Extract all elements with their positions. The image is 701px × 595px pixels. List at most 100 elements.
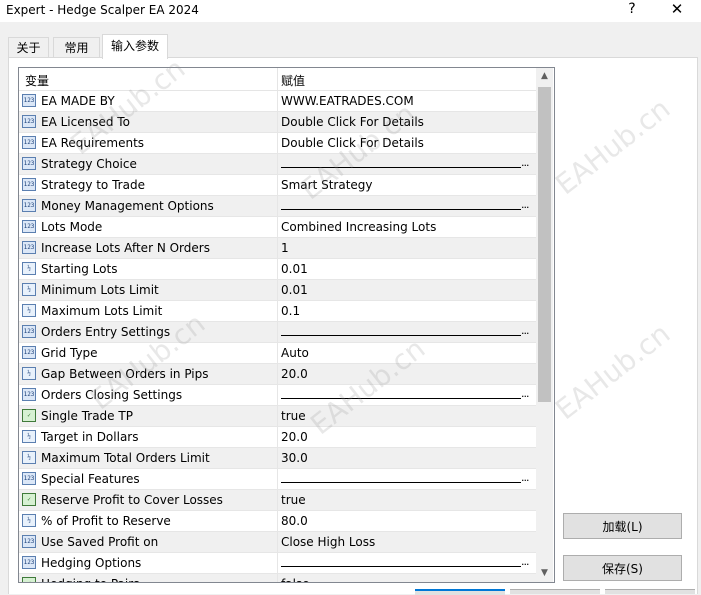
column-divider: [277, 238, 278, 258]
column-divider: [277, 448, 278, 468]
tab-common[interactable]: 常用: [53, 37, 100, 58]
column-divider: [277, 280, 278, 300]
parameter-value[interactable]: Double Click For Details: [281, 136, 424, 150]
tab-inputs[interactable]: 输入参数: [102, 34, 168, 59]
table-row[interactable]: ½ Starting Lots 0.01: [19, 259, 536, 280]
table-row[interactable]: 123 Use Saved Profit on Close High Loss: [19, 532, 536, 553]
parameter-name: Lots Mode: [41, 220, 103, 234]
ellipsis-icon[interactable]: ...: [521, 324, 529, 337]
ellipsis-icon[interactable]: ...: [521, 198, 529, 211]
table-header: 变量 赋值: [19, 68, 536, 91]
column-divider: [277, 511, 278, 531]
table-row[interactable]: 123 Grid Type Auto: [19, 343, 536, 364]
parameter-name: Orders Entry Settings: [41, 325, 171, 339]
parameter-value[interactable]: 0.01: [281, 262, 308, 276]
table-body: 123 EA MADE BY WWW.EATRADES.COM 123 EA Licen…: [19, 91, 536, 582]
cancel-button[interactable]: [510, 589, 600, 594]
table-row[interactable]: ✓ Reserve Profit to Cover Losses true: [19, 490, 536, 511]
parameter-value[interactable]: WWW.EATRADES.COM: [281, 94, 414, 108]
ellipsis-icon[interactable]: ...: [521, 471, 529, 484]
table-row[interactable]: 123 Special Features...: [19, 469, 536, 490]
table-row[interactable]: ✓ Hedging to Pairs false: [19, 574, 536, 582]
parameter-value[interactable]: 0.1: [281, 304, 300, 318]
parameter-value[interactable]: 1: [281, 241, 289, 255]
table-row[interactable]: ✓ Single Trade TP true: [19, 406, 536, 427]
table-row[interactable]: 123 Orders Closing Settings...: [19, 385, 536, 406]
parameter-value[interactable]: Smart Strategy: [281, 178, 373, 192]
parameter-value[interactable]: 30.0: [281, 451, 308, 465]
reset-button[interactable]: [605, 589, 695, 594]
int-type-icon: 123: [22, 136, 36, 149]
parameter-value[interactable]: Double Click For Details: [281, 115, 424, 129]
int-type-icon: 123: [22, 178, 36, 191]
int-type-icon: 123: [22, 94, 36, 107]
table-row[interactable]: ½ Target in Dollars 20.0: [19, 427, 536, 448]
int-type-icon: 123: [22, 556, 36, 569]
table-row[interactable]: ½ Minimum Lots Limit 0.01: [19, 280, 536, 301]
table-row[interactable]: 123 Orders Entry Settings...: [19, 322, 536, 343]
header-value[interactable]: 赋值: [281, 72, 305, 89]
ellipsis-icon[interactable]: ...: [521, 156, 529, 169]
table-row[interactable]: ½ Gap Between Orders in Pips 20.0: [19, 364, 536, 385]
parameter-value[interactable]: Combined Increasing Lots: [281, 220, 436, 234]
ok-button[interactable]: [415, 589, 505, 595]
parameter-value[interactable]: 20.0: [281, 367, 308, 381]
table-row[interactable]: ½ Maximum Lots Limit 0.1: [19, 301, 536, 322]
table-row[interactable]: 123 Money Management Options...: [19, 196, 536, 217]
column-divider: [277, 301, 278, 321]
table-row[interactable]: 123 EA MADE BY WWW.EATRADES.COM: [19, 91, 536, 112]
parameter-name: Target in Dollars: [41, 430, 139, 444]
table-row[interactable]: 123 Strategy Choice...: [19, 154, 536, 175]
scroll-thumb[interactable]: [538, 87, 551, 402]
parameter-value[interactable]: 20.0: [281, 430, 308, 444]
column-divider: [277, 112, 278, 132]
double-type-icon: ½: [22, 430, 36, 443]
parameter-value[interactable]: true: [281, 409, 306, 423]
column-divider: [277, 385, 278, 405]
vertical-scrollbar[interactable]: ▲ ▼: [536, 68, 553, 582]
table-row[interactable]: ½ % of Profit to Reserve 80.0: [19, 511, 536, 532]
help-button[interactable]: ?: [624, 1, 640, 17]
column-divider: [277, 364, 278, 384]
parameter-name: Special Features: [41, 472, 140, 486]
tab-about[interactable]: 关于: [8, 37, 49, 58]
table-row[interactable]: 123 Lots Mode Combined Increasing Lots: [19, 217, 536, 238]
parameter-value[interactable]: Auto: [281, 346, 309, 360]
header-variable[interactable]: 变量: [25, 72, 49, 89]
parameter-name: Starting Lots: [41, 262, 118, 276]
scroll-up-icon[interactable]: ▲: [536, 68, 553, 85]
int-type-icon: 123: [22, 325, 36, 338]
double-type-icon: ½: [22, 514, 36, 527]
column-divider: [277, 490, 278, 510]
table-row[interactable]: 123 Increase Lots After N Orders 1: [19, 238, 536, 259]
ellipsis-icon[interactable]: ...: [521, 387, 529, 400]
table-row[interactable]: 123 EA Requirements Double Click For Detai…: [19, 133, 536, 154]
table-row[interactable]: ½ Maximum Total Orders Limit 30.0: [19, 448, 536, 469]
parameter-name: Use Saved Profit on: [41, 535, 159, 549]
parameter-value[interactable]: false: [281, 577, 310, 582]
separator-line: [281, 398, 521, 399]
window-title: Expert - Hedge Scalper EA 2024: [6, 3, 199, 17]
close-button[interactable]: ✕: [668, 0, 686, 18]
save-button[interactable]: 保存(S): [563, 555, 682, 581]
ellipsis-icon[interactable]: ...: [521, 555, 529, 568]
column-divider: [277, 154, 278, 174]
table-row[interactable]: 123 Hedging Options...: [19, 553, 536, 574]
int-type-icon: 123: [22, 199, 36, 212]
parameter-name: Hedging to Pairs: [41, 577, 139, 582]
parameter-name: Reserve Profit to Cover Losses: [41, 493, 223, 507]
load-button[interactable]: 加载(L): [563, 513, 682, 539]
parameter-value[interactable]: Close High Loss: [281, 535, 375, 549]
parameter-value[interactable]: 80.0: [281, 514, 308, 528]
header-divider[interactable]: [277, 68, 278, 90]
scroll-down-icon[interactable]: ▼: [536, 565, 553, 582]
separator-line: [281, 566, 521, 567]
bool-type-icon: ✓: [22, 409, 36, 422]
table-row[interactable]: 123 Strategy to Trade Smart Strategy: [19, 175, 536, 196]
parameters-table: 变量 赋值 123 EA MADE BY WWW.EATRADES.COM 123 EA…: [18, 67, 555, 583]
parameter-name: Orders Closing Settings: [41, 388, 183, 402]
table-row[interactable]: 123 EA Licensed To Double Click For Detail…: [19, 112, 536, 133]
parameter-value[interactable]: true: [281, 493, 306, 507]
separator-line: [281, 209, 521, 210]
parameter-value[interactable]: 0.01: [281, 283, 308, 297]
